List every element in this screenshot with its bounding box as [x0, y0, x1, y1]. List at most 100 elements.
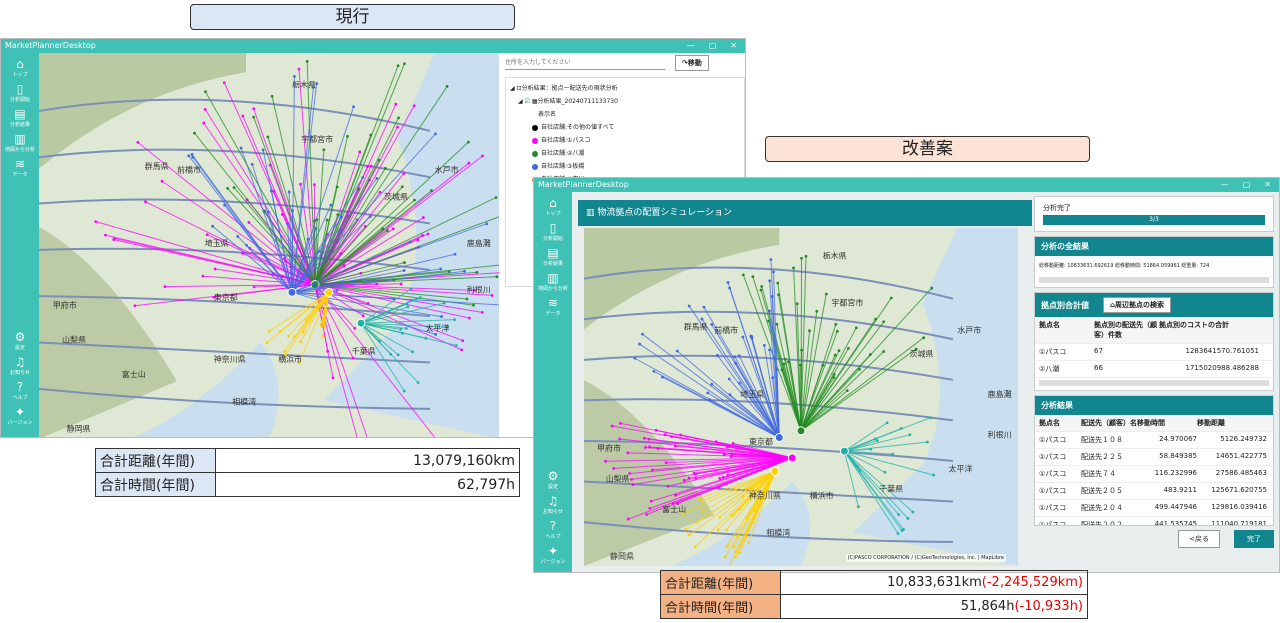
table-cell: ①パスコ [1039, 436, 1067, 444]
sidebar-item-database[interactable]: ≋ データ [545, 297, 560, 318]
hub-marker[interactable] [287, 287, 297, 297]
move-button[interactable]: ↷移動 [675, 55, 709, 71]
column-header[interactable]: 移動距離 [1197, 418, 1267, 428]
delivery-point [335, 185, 339, 189]
column-header[interactable]: 拠点別の配送先（顧客）件数 [1094, 320, 1159, 340]
column-header[interactable]: 配送先（顧客）名 [1081, 418, 1137, 428]
summary-label: 合計時間(年間) [95, 472, 216, 497]
delivery-point [325, 218, 329, 222]
delivery-point [293, 75, 296, 78]
table-row[interactable]: ①パスコ 配送先２２５ 58.849385 14651.422775 [1035, 449, 1273, 466]
hub-marker[interactable] [324, 287, 334, 297]
hub-marker[interactable] [356, 318, 366, 328]
sidebar-item-map[interactable]: ▥ 地図から分析 [538, 272, 568, 293]
hub-marker[interactable] [787, 453, 797, 463]
table-row[interactable]: ①パスコ 配送先１０８ 24.970067 5126.249732 [1035, 432, 1273, 449]
delivery-point [406, 305, 410, 309]
map-label-kashima: 鹿島灘 [467, 238, 491, 248]
column-header[interactable]: 移動時間 [1137, 418, 1197, 428]
maximize-icon[interactable]: ▢ [1243, 178, 1251, 192]
close-icon[interactable]: ✕ [730, 39, 737, 53]
table-cell: 配送先７４ [1081, 470, 1116, 478]
finish-button[interactable]: 完了 [1234, 530, 1274, 548]
table-cell: ①パスコ [1039, 348, 1067, 356]
delivery-point [267, 329, 271, 333]
address-search-input[interactable] [505, 56, 665, 70]
delivery-point [461, 339, 465, 343]
minimize-icon[interactable]: — [687, 39, 695, 53]
sidebar-item-gear[interactable]: ⚙ 設定 [15, 331, 26, 352]
delivery-point [442, 301, 446, 305]
nearby-search-button[interactable]: ⌂周辺拠点の検索 [1103, 297, 1172, 313]
delivery-point [412, 104, 416, 108]
delivery-point [306, 237, 310, 241]
delivery-point [626, 451, 630, 455]
hub-marker[interactable] [774, 433, 784, 443]
sidebar-item-document[interactable]: ▯ 分析開始 [542, 222, 563, 243]
map-current[interactable]: 栃木県 群馬県 茨城県 埼玉県 東京都 千葉県 山梨県 神奈川県 静岡県 宇都宮市 前橋市 水戸市 甲府… [39, 53, 499, 437]
h-scrollbar[interactable] [1039, 277, 1269, 283]
delivery-point [272, 190, 276, 193]
hub-marker[interactable] [770, 466, 780, 476]
h-scrollbar[interactable] [1039, 380, 1269, 386]
results-table: 拠点名 配送先（顧客）名 移動時間 移動距離 ①パスコ 配送先１０８ 24.970067 51… [1035, 415, 1273, 525]
sidebar-item-home[interactable]: ⌂ トップ [545, 197, 560, 218]
delivery-point [252, 285, 256, 289]
column-header[interactable]: 拠点別のコストの合計 [1159, 320, 1259, 340]
close-icon[interactable]: ✕ [1264, 178, 1271, 192]
delivery-point [453, 252, 457, 256]
sidebar-item-report[interactable]: ▤ 分析結果 [10, 108, 30, 129]
sidebar-item-home[interactable]: ⌂ トップ [12, 58, 27, 79]
minimize-icon[interactable]: — [1221, 178, 1229, 192]
sidebar-item-help[interactable]: ? ヘルプ [545, 520, 560, 541]
sidebar-item-gear[interactable]: ⚙ 設定 [547, 469, 559, 491]
delivery-point [928, 416, 932, 420]
sidebar-item-bell[interactable]: ♫ お知らせ [10, 356, 30, 377]
tree-root[interactable]: ◢ ⊡分析結果：拠点ー配送先の現状分析 [510, 82, 740, 95]
delivery-point [769, 258, 773, 261]
delivery-point [278, 330, 282, 333]
tree-root-label: 分析結果：拠点ー配送先の現状分析 [521, 85, 618, 92]
delivery-point [112, 238, 116, 242]
tree-child[interactable]: ◢ ☑ ▦分析結果_20240711133730 [510, 95, 740, 108]
map-label-yokohama: 横浜市 [278, 354, 302, 364]
delivery-point [340, 215, 343, 219]
map-improved[interactable]: 栃木県 群馬県 茨城県 埼玉県 東京都 千葉県 山梨県 神奈川県 静岡県 宇都宮市 前橋市 水戸市 甲府… [584, 228, 1018, 566]
delivery-point [133, 304, 137, 308]
delivery-point [682, 479, 686, 482]
sidebar-item-bell[interactable]: ♫ お知らせ [543, 495, 563, 516]
sidebar-item-help[interactable]: ? ヘルプ [12, 381, 27, 402]
sidebar-item-database[interactable]: ≋ データ [12, 158, 27, 179]
table-row[interactable]: ①パスコ 配送先２０５ 483.9211 125671.620755 [1035, 483, 1273, 500]
table-row[interactable]: ②八潮 66 1715020988.486288 [1035, 361, 1273, 378]
delivery-point [706, 391, 710, 395]
legend-dot-icon [532, 124, 538, 131]
map-label-kofu: 甲府市 [597, 443, 621, 453]
base-totals-title: 拠点別合計値 [1041, 300, 1089, 310]
hub-marker[interactable] [796, 426, 806, 436]
gear-icon: ⚙ [547, 469, 559, 483]
sidebar-2: ⌂ トップ ▯ 分析開始 ▤ 分析結果 ▥ 地図から分析 ≋ データ ⚙ 設定 ♫ お知らせ ? ヘルプ ✦ バー… [534, 192, 572, 572]
column-header[interactable]: 拠点名 [1039, 320, 1094, 340]
delivery-point [386, 229, 389, 233]
delivery-point [322, 322, 326, 326]
checkbox-icon[interactable]: ☑ [525, 98, 530, 105]
delivery-point [618, 437, 622, 441]
sidebar-item-sparkle[interactable]: ✦ バージョン [8, 406, 33, 427]
table-row[interactable]: ①パスコ 配送先２０４ 499.447946 129816.039416 [1035, 500, 1273, 517]
delivery-point [472, 303, 475, 307]
table-row[interactable]: ①パスコ 67 1283641570.761051 [1035, 344, 1273, 361]
sidebar-item-report[interactable]: ▤ 分析結果 [543, 247, 563, 268]
column-header[interactable]: 拠点名 [1039, 418, 1081, 428]
delivery-point [266, 135, 270, 139]
hub-marker[interactable] [839, 446, 849, 456]
sidebar-item-document[interactable]: ▯ 分析開始 [10, 83, 30, 104]
sidebar-item-label: 分析開始 [542, 236, 563, 242]
sidebar-item-sparkle[interactable]: ✦ バージョン [541, 545, 566, 566]
table-row[interactable]: ①パスコ 配送先２０２ 441.535745 111040.719181 [1035, 517, 1273, 525]
sidebar-item-map[interactable]: ▥ 地図から分析 [5, 133, 35, 154]
table-row[interactable]: ①パスコ 配送先７４ 116.232996 27586.485463 [1035, 466, 1273, 483]
maximize-icon[interactable]: ▢ [709, 39, 717, 53]
back-button[interactable]: <戻る [1178, 530, 1220, 548]
delivery-point [626, 517, 630, 521]
